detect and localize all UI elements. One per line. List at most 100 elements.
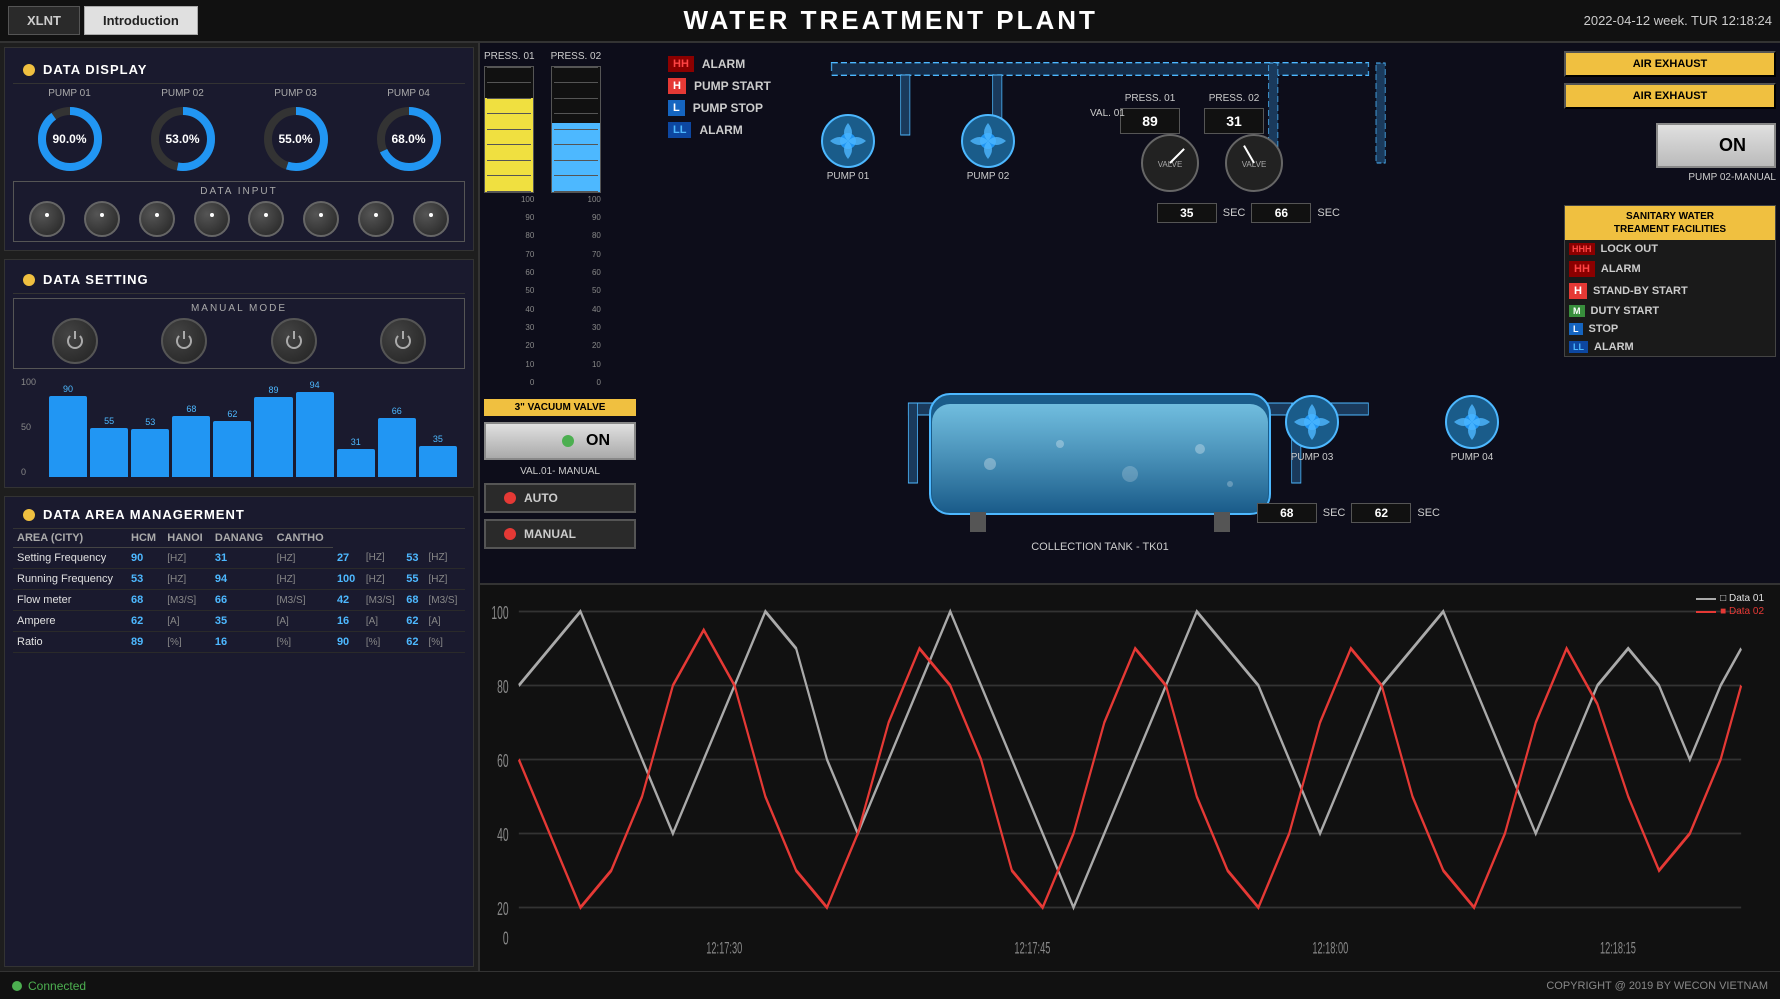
connected-text: Connected <box>28 979 86 993</box>
svg-text:40: 40 <box>497 825 508 846</box>
knob-dot-2 <box>100 213 104 217</box>
knob-4[interactable] <box>194 201 230 237</box>
alarm-ll-text-right: ALARM <box>1594 341 1634 353</box>
chart-legend: □ Data 01 ■ Data 02 <box>1696 593 1764 617</box>
area-row-4: Ampere 62 [A] 35 [A] 16 [A] 62 [A] <box>13 611 465 632</box>
data-setting-title: DATA SETTING <box>43 272 149 287</box>
bar-val-4: 68 <box>186 404 196 414</box>
area-hanoi-val-1: 31 <box>211 548 273 569</box>
power-btn-2[interactable] <box>161 318 207 364</box>
pump04-indicator: PUMP 04 <box>1444 394 1500 463</box>
bar-col-8: 31 <box>337 437 375 477</box>
manual-red-dot <box>504 528 516 540</box>
area-hanoi-unit-4: [A] <box>273 611 333 632</box>
knob-7[interactable] <box>358 201 394 237</box>
area-hcm-val-3: 68 <box>127 590 163 611</box>
sec1-label: SEC <box>1223 207 1246 219</box>
alarm-row-right: HH ALARM <box>1565 258 1775 280</box>
area-danang-val-3: 42 <box>333 590 362 611</box>
area-row-3: Flow meter 68 [M3/S] 66 [M3/S] 42 [M3/S]… <box>13 590 465 611</box>
main-layout: DATA DISPLAY PUMP 01 90.0% PUMP 02 53.0% <box>0 43 1780 971</box>
svg-text:0: 0 <box>503 928 509 949</box>
donut-1: 90.0% <box>34 103 106 175</box>
area-col-city: AREA (CITY) <box>13 529 127 548</box>
area-label-4: Ampere <box>13 611 127 632</box>
area-danang-unit-3: [M3/S] <box>362 590 402 611</box>
scada-right: AIR EXHAUST AIR EXHAUST ON PUMP 02-MANUA… <box>1560 43 1780 583</box>
pump03-fan-icon <box>1284 394 1340 450</box>
pump03-indicator: PUMP 03 <box>1284 394 1340 463</box>
alarm-hh-right: HH <box>1569 261 1595 277</box>
press1-label: PRESS. 01 <box>484 51 535 62</box>
alarm-ll-right: LL <box>1569 341 1588 353</box>
sec1-val: 35 <box>1157 203 1217 223</box>
knob-dot-4 <box>210 213 214 217</box>
area-hcm-val-5: 89 <box>127 632 163 653</box>
pump02-fan-icon <box>960 113 1016 169</box>
power-icon-1 <box>67 333 83 349</box>
tab-xlnt[interactable]: XLNT <box>8 6 80 35</box>
knob-5[interactable] <box>248 201 284 237</box>
power-btn-4[interactable] <box>380 318 426 364</box>
area-label-3: Flow meter <box>13 590 127 611</box>
bar-col-3: 53 <box>131 417 169 477</box>
data-display-dot <box>23 64 35 76</box>
sec4-label: SEC <box>1417 507 1440 519</box>
area-col-hcm: HCM <box>127 529 163 548</box>
bar-col-2: 55 <box>90 416 128 478</box>
alarm-ll-badge: LL <box>668 122 691 138</box>
dial2: VALVE <box>1224 133 1284 193</box>
dial-gauges: VALVE VALVE <box>1140 133 1284 193</box>
auto-button[interactable]: AUTO <box>484 483 636 513</box>
donut-4: 68.0% <box>373 103 445 175</box>
area-hcm-val-4: 62 <box>127 611 163 632</box>
tab-introduction[interactable]: Introduction <box>84 6 198 35</box>
bar-val-8: 31 <box>351 437 361 447</box>
area-row-1: Setting Frequency 90 [HZ] 31 [HZ] 27 [HZ… <box>13 548 465 569</box>
area-row-2: Running Frequency 53 [HZ] 94 [HZ] 100 [H… <box>13 569 465 590</box>
knob-3[interactable] <box>139 201 175 237</box>
knob-2[interactable] <box>84 201 120 237</box>
area-cantho-unit-3: [M3/S] <box>424 590 465 611</box>
donut-value-4: 68.0% <box>391 132 425 146</box>
alarm-hh-row: HH ALARM <box>660 53 779 75</box>
on-button[interactable]: ON <box>484 422 636 460</box>
svg-text:80: 80 <box>497 677 508 698</box>
area-hanoi-val-4: 35 <box>211 611 273 632</box>
lockout-badge: HHH <box>1569 243 1595 255</box>
area-cantho-unit-5: [%] <box>424 632 465 653</box>
bar-val-5: 62 <box>227 409 237 419</box>
power-btn-3[interactable] <box>271 318 317 364</box>
auto-red-dot <box>504 492 516 504</box>
area-danang-unit-1: [HZ] <box>362 548 402 569</box>
svg-text:12:17:30: 12:17:30 <box>706 939 742 958</box>
power-icon-3 <box>286 333 302 349</box>
area-hanoi-unit-5: [%] <box>273 632 333 653</box>
bar-col-5: 62 <box>213 409 251 477</box>
pump-label-4: PUMP 04 <box>387 88 430 99</box>
air-exhaust-btn-2[interactable]: AIR EXHAUST <box>1564 83 1776 109</box>
alarm-h-badge: H <box>668 78 686 94</box>
bar-val-1: 90 <box>63 384 73 394</box>
power-btn-1[interactable] <box>52 318 98 364</box>
pump-item-4: PUMP 04 68.0% <box>373 88 445 175</box>
chart-svg: 100 80 60 40 20 0 12:17:30 12:17:45 12:1… <box>488 593 1772 963</box>
donut-value-2: 53.0% <box>165 132 199 146</box>
knob-8[interactable] <box>413 201 449 237</box>
stop-badge: L <box>1569 323 1583 335</box>
lockout-row: HHH LOCK OUT <box>1565 240 1775 258</box>
duty-text: DUTY START <box>1591 305 1660 317</box>
data-area-title: DATA AREA MANAGERMENT <box>43 507 245 522</box>
data-setting-dot <box>23 274 35 286</box>
bar-col-1: 90 <box>49 384 87 477</box>
legend-data02: ■ Data 02 <box>1696 606 1764 617</box>
knob-1[interactable] <box>29 201 65 237</box>
area-danang-unit-4: [A] <box>362 611 402 632</box>
pump02-on-button[interactable]: ON <box>1656 123 1776 168</box>
manual-button[interactable]: MANUAL <box>484 519 636 549</box>
knob-6[interactable] <box>303 201 339 237</box>
bar-val-9: 66 <box>392 406 402 416</box>
air-exhaust-btn-1[interactable]: AIR EXHAUST <box>1564 51 1776 77</box>
svg-text:20: 20 <box>497 899 508 920</box>
area-col-cantho: CANTHO <box>273 529 333 548</box>
